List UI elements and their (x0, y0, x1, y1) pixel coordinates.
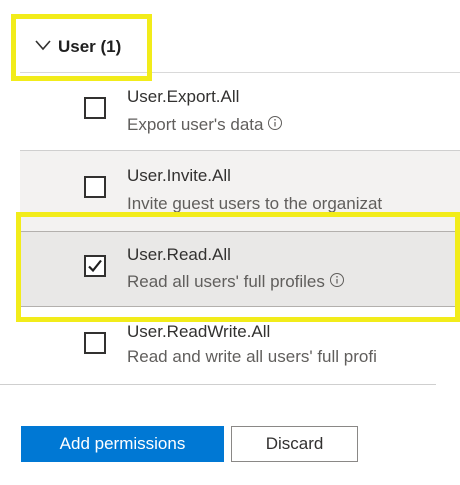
info-circle-icon[interactable] (329, 272, 345, 293)
permission-group-header[interactable]: User (1) (20, 22, 460, 73)
checkmark-icon (88, 259, 102, 273)
group-label: User (1) (58, 37, 122, 56)
permission-row[interactable]: User.Invite.All Invite guest users to th… (20, 151, 460, 231)
permission-name: User.Read.All (127, 245, 231, 264)
permission-checkbox[interactable] (84, 97, 106, 119)
permission-checkbox-checked[interactable] (84, 255, 106, 277)
permission-description: Read and write all users' full profi (127, 347, 377, 366)
permission-checkbox[interactable] (84, 176, 106, 198)
discard-button[interactable]: Discard (231, 426, 358, 462)
section-divider (0, 384, 436, 385)
permission-checkbox[interactable] (84, 332, 106, 354)
permission-name: User.ReadWrite.All (127, 322, 271, 341)
permission-description: Export user's data (127, 115, 283, 136)
permission-row[interactable]: User.Export.All Export user's data (20, 73, 460, 149)
permission-name: User.Export.All (127, 87, 240, 106)
permission-row-selected[interactable]: User.Read.All Read all users' full profi… (20, 231, 460, 307)
chevron-down-icon[interactable] (34, 38, 52, 52)
add-permissions-button[interactable]: Add permissions (21, 426, 224, 462)
permission-name: User.Invite.All (127, 166, 231, 185)
permission-description: Read all users' full profiles (127, 272, 345, 293)
info-circle-icon[interactable] (267, 115, 283, 136)
permission-row[interactable]: User.ReadWrite.All Read and write all us… (20, 322, 460, 382)
permission-description: Invite guest users to the organizat (127, 194, 383, 213)
